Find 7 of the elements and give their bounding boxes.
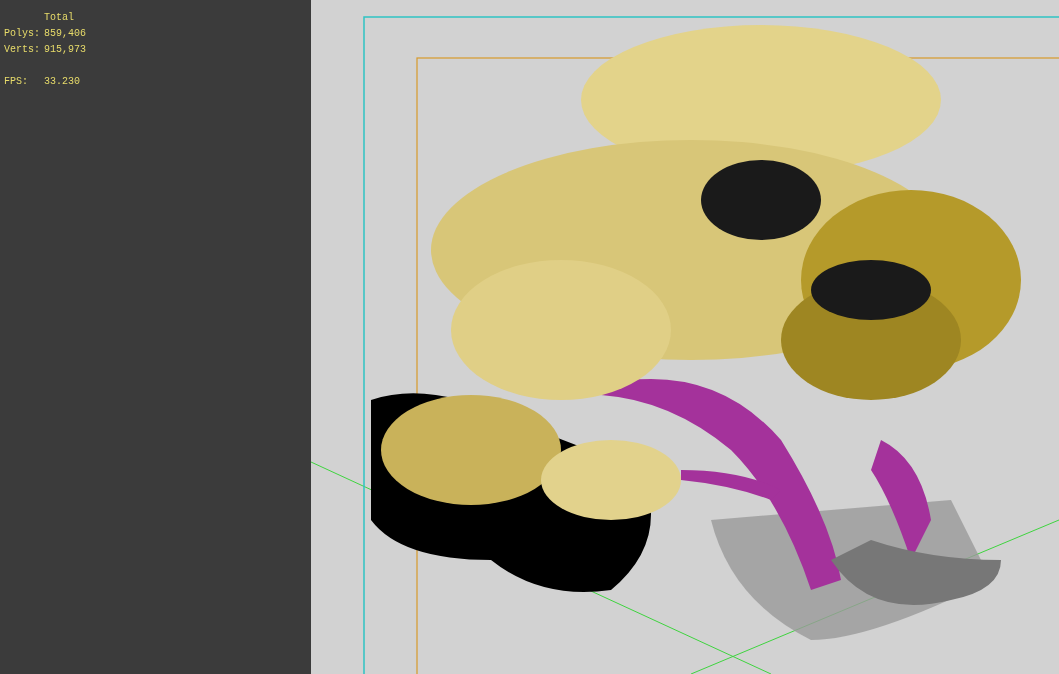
fps-label: FPS: bbox=[4, 75, 29, 89]
stat-label: Polys: bbox=[4, 27, 41, 41]
fps-value: 33.230 bbox=[44, 75, 80, 89]
stat-value: 859,406 bbox=[44, 27, 86, 41]
stat-value: 915,973 bbox=[44, 43, 86, 57]
stat-label: Verts: bbox=[4, 43, 41, 57]
stats-header: Total bbox=[44, 12, 74, 23]
